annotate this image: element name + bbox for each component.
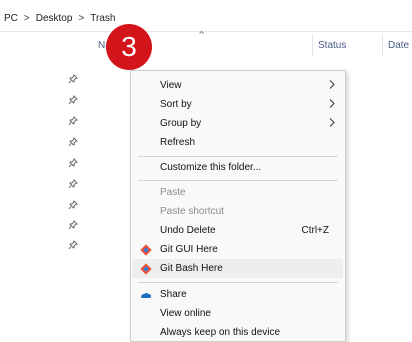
menu-item-label: Git Bash Here bbox=[160, 263, 223, 274]
column-header-date[interactable]: Date bbox=[388, 40, 409, 51]
menu-item-undo-delete[interactable]: Undo Delete Ctrl+Z bbox=[132, 221, 343, 240]
chevron-right-icon bbox=[329, 118, 335, 127]
pin-icon bbox=[68, 116, 78, 126]
context-menu: View Sort by Group by Refresh Customize … bbox=[130, 70, 346, 342]
breadcrumb-item-pc[interactable]: PC bbox=[4, 13, 18, 24]
menu-item-shortcut: Ctrl+Z bbox=[301, 225, 330, 236]
git-icon bbox=[140, 244, 152, 256]
pin-icon bbox=[68, 200, 78, 210]
pin-icon bbox=[68, 179, 78, 189]
menu-item-label: View bbox=[160, 80, 182, 91]
menu-item-customize-folder[interactable]: Customize this folder... bbox=[132, 158, 343, 177]
pin-icon bbox=[68, 74, 78, 84]
column-divider[interactable] bbox=[382, 34, 383, 56]
menu-item-label: Share bbox=[160, 289, 187, 300]
menu-item-share[interactable]: Share bbox=[132, 285, 343, 304]
chevron-right-icon bbox=[329, 80, 335, 89]
menu-item-label: Paste shortcut bbox=[160, 206, 224, 217]
menu-item-label: View online bbox=[160, 308, 211, 319]
menu-separator bbox=[138, 156, 338, 157]
onedrive-cloud-icon bbox=[140, 292, 152, 298]
breadcrumb: PC > Desktop > Trash bbox=[4, 10, 115, 26]
menu-item-label: Undo Delete bbox=[160, 225, 216, 236]
menu-item-group-by[interactable]: Group by bbox=[132, 114, 343, 133]
menu-item-git-gui-here[interactable]: Git GUI Here bbox=[132, 240, 343, 259]
menu-item-view-online[interactable]: View online bbox=[132, 304, 343, 323]
git-icon bbox=[140, 263, 152, 275]
menu-item-git-bash-here[interactable]: Git Bash Here bbox=[132, 259, 343, 278]
pin-icon bbox=[68, 158, 78, 168]
menu-separator bbox=[138, 180, 338, 181]
column-header-status[interactable]: Status bbox=[318, 40, 346, 51]
breadcrumb-item-trash[interactable]: Trash bbox=[90, 13, 115, 24]
chevron-right-icon bbox=[329, 99, 335, 108]
menu-item-label: Git GUI Here bbox=[160, 244, 218, 255]
pin-icon bbox=[68, 240, 78, 250]
menu-item-label: Refresh bbox=[160, 137, 196, 148]
menu-item-label: Customize this folder... bbox=[160, 162, 262, 173]
step-badge: 3 bbox=[106, 24, 152, 70]
menu-item-sort-by[interactable]: Sort by bbox=[132, 95, 343, 114]
menu-item-label: Paste bbox=[160, 187, 186, 198]
breadcrumb-separator: > bbox=[78, 12, 85, 24]
menu-item-paste-shortcut: Paste shortcut bbox=[132, 202, 343, 221]
sort-ascending-icon: ⌃ bbox=[197, 30, 207, 42]
menu-item-label: Group by bbox=[160, 118, 202, 129]
pin-icon bbox=[68, 95, 78, 105]
menu-item-paste: Paste bbox=[132, 183, 343, 202]
breadcrumb-item-desktop[interactable]: Desktop bbox=[36, 13, 73, 24]
pin-icon bbox=[68, 220, 78, 230]
pin-icon bbox=[68, 137, 78, 147]
menu-item-view[interactable]: View bbox=[132, 76, 343, 95]
menu-item-label: Sort by bbox=[160, 99, 192, 110]
breadcrumb-separator: > bbox=[23, 12, 30, 24]
menu-separator bbox=[138, 282, 338, 283]
column-divider[interactable] bbox=[312, 34, 313, 56]
menu-item-refresh[interactable]: Refresh bbox=[132, 133, 343, 152]
